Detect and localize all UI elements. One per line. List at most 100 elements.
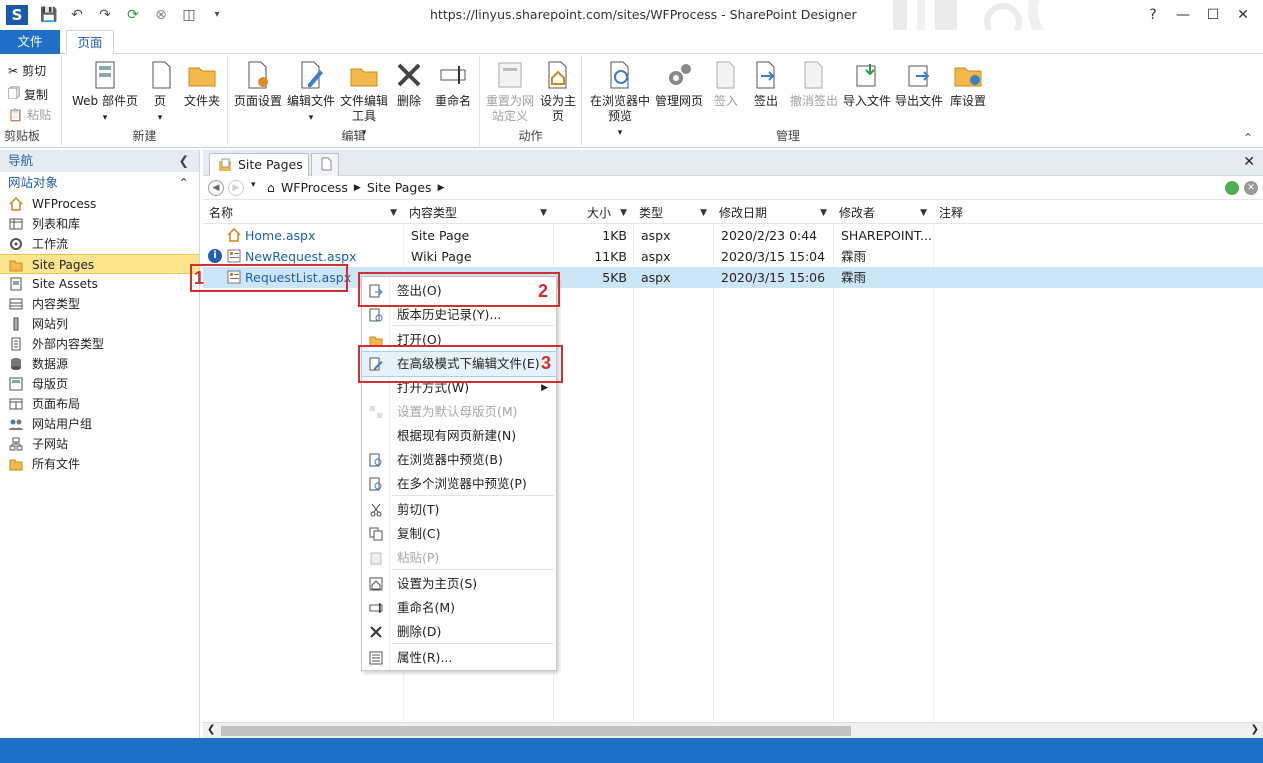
scroll-left-icon[interactable]: ❮ [207, 724, 215, 735]
customize-qat-icon[interactable]: ▾ [206, 6, 228, 24]
edit-file-button[interactable]: 编辑文件 ▾ [286, 60, 336, 126]
filter-dropdown-icon[interactable]: ▼ [700, 202, 707, 224]
preview-browser-icon [610, 61, 629, 89]
library-settings-button[interactable]: 库设置 [946, 60, 990, 109]
forward-button[interactable]: ▶ [228, 180, 244, 196]
administer-page-button[interactable]: 管理网页 [654, 60, 704, 109]
sidebar-item-数据源[interactable]: 数据源 [0, 354, 199, 374]
nav-section-site-objects[interactable]: 网站对象 ⌃ [0, 172, 199, 194]
help-button[interactable]: ? [1139, 4, 1167, 26]
sidebar-item-wfprocess[interactable]: WFProcess [0, 194, 199, 214]
folder-open-icon [350, 68, 378, 87]
set-home-button[interactable]: 设为主页 [538, 60, 578, 124]
menu-item-7[interactable]: 在浏览器中预览(B) [362, 448, 556, 472]
maximize-button[interactable]: ☐ [1199, 4, 1227, 26]
filter-dropdown-icon[interactable]: ▼ [540, 202, 547, 224]
sidebar-item-网站列[interactable]: 网站列 [0, 314, 199, 334]
menu-item-6[interactable]: 根据现有网页新建(N) [362, 424, 556, 448]
menu-item-13[interactable]: 重命名(M) [362, 596, 556, 620]
tab-file[interactable]: 文件 [0, 30, 60, 54]
sidebar-item-site-assets[interactable]: Site Assets [0, 274, 199, 294]
table-row[interactable]: Home.aspx Site Page 1KB aspx 2020/2/23 0… [203, 225, 1263, 246]
delete-icon [370, 626, 382, 638]
sidebar-item-母版页[interactable]: 母版页 [0, 374, 199, 394]
sidebar-item-内容类型[interactable]: 内容类型 [0, 294, 199, 314]
check-in-button[interactable]: 签入 [708, 60, 744, 109]
chevron-up-icon[interactable]: ⌃ [179, 172, 189, 194]
history-dropdown-icon[interactable]: ▾ [251, 180, 256, 190]
preview-browser-icon [369, 453, 382, 467]
new-tab-button[interactable] [311, 153, 339, 176]
sidebar-item-所有文件[interactable]: 所有文件 [0, 454, 199, 474]
sidebar-item-网站用户组[interactable]: 网站用户组 [0, 414, 199, 434]
undo-icon[interactable]: ↶ [66, 6, 88, 24]
menu-item-15[interactable]: 属性(R)... [362, 646, 556, 670]
scroll-right-icon[interactable]: ❯ [1251, 724, 1259, 735]
import-files-button[interactable]: 导入文件 [842, 60, 892, 109]
menu-item-14[interactable]: 删除(D) [362, 620, 556, 644]
breadcrumb-separator-icon[interactable]: ▶ [438, 183, 445, 193]
scrollbar-thumb[interactable] [221, 726, 851, 736]
export-file-button[interactable]: 导出文件 [894, 60, 944, 109]
collapse-nav-icon[interactable]: ❮ [179, 150, 189, 172]
column-header-size[interactable]: 大小 ▼ [553, 202, 633, 224]
column-header-modified[interactable]: 修改日期 ▼ [713, 202, 833, 224]
menu-item-12[interactable]: 设置为主页(S) [362, 572, 556, 596]
refresh-icon[interactable] [1225, 181, 1239, 195]
sidebar-item-工作流[interactable]: 工作流 [0, 234, 199, 254]
sidebar-item-子网站[interactable]: 子网站 [0, 434, 199, 454]
filter-dropdown-icon[interactable]: ▼ [620, 202, 627, 224]
paste-button[interactable]: 📋 粘贴 [8, 106, 51, 123]
horizontal-scrollbar[interactable]: ❮ ❯ [203, 722, 1263, 738]
menu-item-8[interactable]: 在多个浏览器中预览(P) [362, 472, 556, 496]
column-header-name[interactable]: 名称 ▼ [203, 202, 403, 224]
new-folder-button[interactable]: 文件夹 [180, 60, 224, 109]
delete-button[interactable]: 删除 [392, 60, 426, 109]
copy-button[interactable]: 🗍 复制 [8, 84, 48, 105]
tab-page[interactable]: 页面 [66, 30, 114, 54]
menu-item-10[interactable]: 复制(C) [362, 522, 556, 546]
page-settings-button[interactable]: 页面设置 [232, 60, 284, 109]
redo-icon[interactable]: ↷ [94, 6, 116, 24]
new-page-button[interactable]: 页 ▾ [146, 60, 174, 126]
save-icon[interactable]: 💾 [38, 6, 60, 24]
breadcrumb-current[interactable]: Site Pages [367, 180, 432, 195]
stop-icon[interactable]: ⊗ [150, 6, 172, 24]
collapse-ribbon-icon[interactable]: ⌃ [1243, 131, 1253, 145]
cut-button[interactable]: ✂ 剪切 [8, 62, 46, 79]
sidebar-item-外部内容类型[interactable]: 外部内容类型 [0, 334, 199, 354]
menu-item-11[interactable]: 粘贴(P) [362, 546, 556, 570]
close-tab-icon[interactable]: ✕ [1243, 154, 1255, 170]
all-files-icon [9, 459, 23, 471]
breadcrumb-separator-icon[interactable]: ▶ [354, 183, 361, 193]
column-header-comments[interactable]: 注释 [933, 202, 1133, 224]
column-divider [933, 224, 934, 724]
rename-button[interactable]: 重命名 [430, 60, 476, 109]
undo-check-out-button[interactable]: 撤消签出 [788, 60, 840, 109]
filter-dropdown-icon[interactable]: ▼ [820, 202, 827, 224]
sidebar-item-列表和库[interactable]: 列表和库 [0, 214, 199, 234]
web-part-page-button[interactable]: Web 部件页 ▾ [66, 60, 144, 126]
filter-dropdown-icon[interactable]: ▼ [920, 202, 927, 224]
check-out-button[interactable]: 签出 [748, 60, 784, 109]
menu-item-5[interactable]: 设置为默认母版页(M) [362, 400, 556, 424]
nav-header: 导航 ❮ [0, 150, 199, 172]
close-button[interactable]: ✕ [1229, 4, 1257, 26]
column-divider [633, 224, 634, 724]
sidebar-item-页面布局[interactable]: 页面布局 [0, 394, 199, 414]
preview-icon[interactable]: ◫ [178, 6, 200, 24]
column-header-modified-by[interactable]: 修改者 ▼ [833, 202, 933, 224]
back-button[interactable]: ◀ [208, 180, 224, 196]
table-row[interactable]: i NewRequest.aspx Wiki Page 11KB aspx 20… [203, 246, 1263, 267]
breadcrumb-root[interactable]: WFProcess [281, 180, 348, 195]
reset-site-definition-button[interactable]: 重置为网站定义 [484, 60, 536, 124]
filter-dropdown-icon[interactable]: ▼ [390, 202, 397, 224]
refresh-icon[interactable]: ⟳ [122, 6, 144, 24]
stop-icon[interactable]: ✕ [1244, 181, 1258, 195]
minimize-button[interactable]: — [1169, 4, 1197, 26]
sidebar-item-site-pages[interactable]: Site Pages [0, 254, 199, 274]
column-header-type[interactable]: 类型 ▼ [633, 202, 713, 224]
tab-site-pages[interactable]: Site Pages [209, 153, 309, 176]
menu-item-9[interactable]: 剪切(T) [362, 498, 556, 522]
column-header-content-type[interactable]: 内容类型 ▼ [403, 202, 553, 224]
